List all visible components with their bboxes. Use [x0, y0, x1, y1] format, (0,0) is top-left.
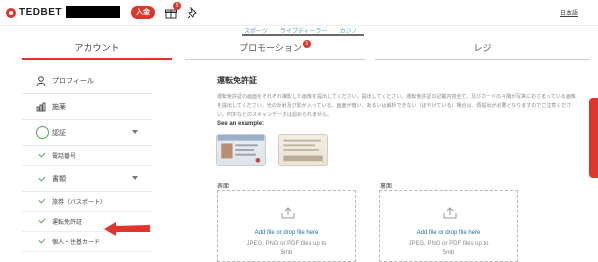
sidebar-item-label: 運転免許証 — [52, 220, 83, 226]
sidebar-item-label: プロフィール — [52, 77, 94, 85]
front-upload-dropzone[interactable]: Add file or drop file here JPEG, PNG or … — [217, 190, 356, 262]
sidebar-item-profile[interactable]: プロフィール — [22, 68, 152, 94]
sidebar-item-label: 書類 — [52, 175, 66, 183]
upload-icon — [281, 207, 295, 219]
page-title: 運転免許証 — [217, 76, 257, 85]
upload-title: Add file or drop file here — [254, 230, 319, 236]
gift-count-badge: 5 — [173, 2, 181, 10]
check-icon — [38, 236, 46, 244]
sidebar-subitem-passport[interactable]: 旅券（パスポート） — [22, 192, 152, 212]
sidebar-item-documents[interactable]: 書類 — [22, 166, 152, 192]
tab-account[interactable]: アカウント — [22, 36, 172, 60]
chevron-down-icon[interactable] — [132, 176, 138, 180]
upload-hint-line: JPEG, PNG or PDF files up to — [246, 241, 327, 247]
check-icon — [38, 174, 46, 182]
check-icon — [38, 196, 46, 204]
top-bar: TEDBET 入金 5 日本語 — [0, 0, 598, 26]
main-tabs: アカウント プロモーション 5 レジ — [0, 36, 598, 60]
check-icon — [38, 150, 46, 158]
tab-promotion[interactable]: プロモーション 5 — [185, 36, 365, 60]
sidebar-item-label: 認証 — [52, 129, 66, 137]
upload-title: Add file or drop file here — [416, 230, 481, 236]
upload-icon — [443, 207, 457, 219]
deposit-button[interactable]: 入金 — [131, 6, 155, 19]
money-icon — [36, 102, 46, 112]
verification-icon — [36, 126, 49, 139]
upload-hint: JPEG, PNG or PDF files up to 5mb — [380, 240, 517, 258]
upload-hint-line: JPEG, PNG or PDF files up to — [408, 241, 489, 247]
upload-hint-line: 5mb — [442, 250, 455, 256]
sidebar-item-label: 電話番号 — [52, 154, 77, 160]
example-label: See an example: — [217, 121, 265, 127]
support-side-tab[interactable] — [589, 98, 598, 178]
sidebar-item-verification[interactable]: 認証 — [22, 120, 152, 146]
brand-logo[interactable]: TEDBET — [6, 7, 62, 18]
sidebar-item-label: 個人・住基カード — [52, 240, 101, 246]
logo-icon — [6, 7, 16, 18]
front-upload-label: 表面 — [217, 184, 230, 190]
tab-cashier[interactable]: レジ — [375, 36, 590, 60]
brand-name: TEDBET — [19, 7, 62, 18]
sidebar-item-label: 施薬 — [52, 103, 66, 111]
instructions-text: 運転免許証の画面をそれぞれ撮影した画像を提出してください。提出してください。運転… — [217, 94, 576, 118]
check-icon — [38, 216, 46, 224]
upload-hint-line: 5mb — [280, 250, 293, 256]
sidebar-item-withdrawal[interactable]: 施薬 — [22, 94, 152, 120]
annotation-arrow-icon — [104, 222, 150, 236]
license-back-example-image[interactable] — [278, 134, 328, 166]
back-upload-dropzone[interactable]: Add file or drop file here JPEG, PNG or … — [379, 190, 518, 262]
language-link[interactable]: 日本語 — [560, 8, 578, 17]
sidebar-subitem-phone[interactable]: 電話番号 — [22, 146, 152, 166]
license-front-example-image[interactable] — [216, 134, 266, 166]
promotion-badge: 5 — [302, 40, 311, 48]
back-upload-label: 裏面 — [380, 184, 393, 190]
user-icon — [36, 76, 46, 86]
chevron-down-icon[interactable] — [132, 130, 138, 134]
sidebar-item-label: 旅券（パスポート） — [52, 200, 107, 206]
upload-hint: JPEG, PNG or PDF files up to 5mb — [218, 240, 355, 258]
pin-icon[interactable] — [187, 7, 199, 19]
redacted-username — [66, 6, 120, 18]
